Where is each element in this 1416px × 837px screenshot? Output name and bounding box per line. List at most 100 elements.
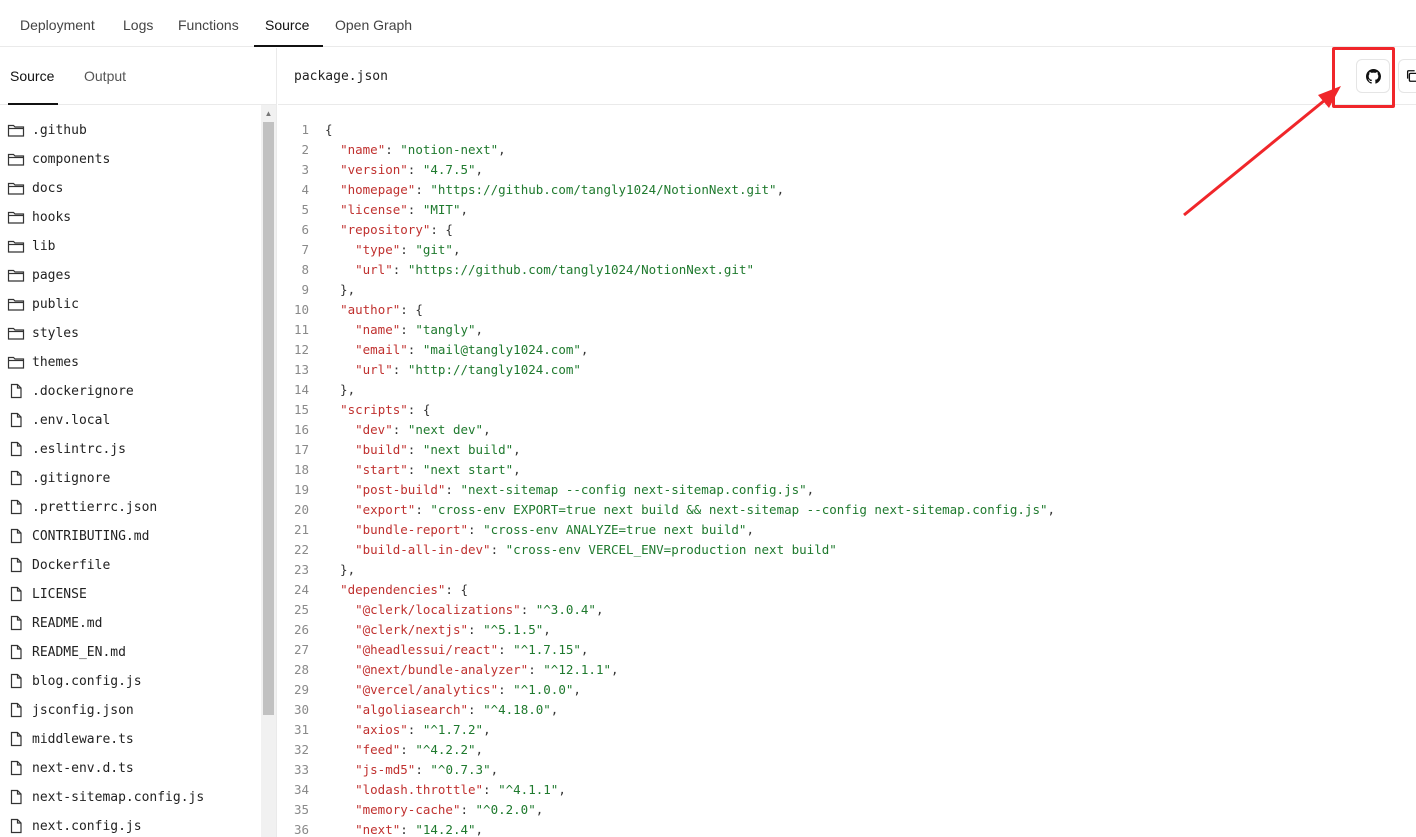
folder-item[interactable]: pages xyxy=(0,261,258,290)
folder-item[interactable]: docs xyxy=(0,174,258,203)
file-item-label: public xyxy=(32,297,79,312)
json-punct xyxy=(325,522,355,537)
json-punct: , xyxy=(580,342,589,357)
file-item[interactable]: CONTRIBUTING.md xyxy=(0,522,258,551)
json-punct: , xyxy=(513,462,521,477)
file-item-label: jsconfig.json xyxy=(32,703,134,718)
file-item[interactable]: jsconfig.json xyxy=(0,696,258,725)
line-number: 15 xyxy=(293,402,309,417)
json-punct xyxy=(325,302,340,317)
scroll-up-arrow-icon[interactable]: ▲ xyxy=(261,105,276,120)
folder-icon xyxy=(7,211,25,224)
folder-item[interactable]: themes xyxy=(0,348,258,377)
line-content: "dev": "next dev", xyxy=(325,420,491,440)
folder-icon xyxy=(7,153,25,166)
folder-item[interactable]: public xyxy=(0,290,258,319)
scrollbar-thumb[interactable] xyxy=(263,122,274,715)
line-number: 34 xyxy=(293,782,309,797)
file-item-label: .prettierrc.json xyxy=(32,500,158,515)
file-item[interactable]: .prettierrc.json xyxy=(0,493,258,522)
sidebar-tab-source[interactable]: Source xyxy=(10,48,54,104)
json-key: "next" xyxy=(355,822,401,837)
file-icon xyxy=(10,557,22,573)
json-punct: : xyxy=(528,662,544,677)
file-item[interactable]: .env.local xyxy=(0,406,258,435)
json-key: "js-md5" xyxy=(355,762,416,777)
json-string: "cross-env ANALYZE=true next build" xyxy=(483,522,747,537)
file-item-label: components xyxy=(32,152,111,167)
sidebar-tab-output[interactable]: Output xyxy=(84,48,126,104)
json-key: "homepage" xyxy=(340,182,416,197)
folder-item[interactable]: .github xyxy=(0,116,258,145)
json-string: "MIT" xyxy=(422,202,461,217)
tab-functions[interactable]: Functions xyxy=(178,0,239,47)
line-content: "start": "next start", xyxy=(325,460,521,480)
file-item[interactable]: .eslintrc.js xyxy=(0,435,258,464)
file-sidebar: Source Output .github components docs hooks… xyxy=(0,48,277,837)
code-viewer: 1 {2 "name": "notion-next", 3 "version": "… xyxy=(278,120,1416,837)
json-punct: , xyxy=(580,642,589,657)
line-content: "export": "cross-env EXPORT=true next bu… xyxy=(325,500,1055,520)
github-icon xyxy=(1366,69,1381,84)
json-punct xyxy=(325,802,355,817)
file-item-label: .dockerignore xyxy=(32,384,134,399)
file-icon xyxy=(10,760,22,776)
file-item-label: .gitignore xyxy=(32,471,111,486)
sidebar-scrollbar[interactable]: ▲ xyxy=(261,105,276,837)
json-punct: , xyxy=(460,202,469,217)
json-punct: , xyxy=(483,722,491,737)
tab-source[interactable]: Source xyxy=(265,0,309,47)
json-key: "dependencies" xyxy=(340,582,446,597)
json-punct xyxy=(325,682,355,697)
file-item-label: .env.local xyxy=(32,413,111,428)
json-key: "feed" xyxy=(355,742,401,757)
copy-button[interactable] xyxy=(1398,59,1416,93)
json-string: "git" xyxy=(415,242,453,257)
json-punct: , xyxy=(535,802,544,817)
json-punct xyxy=(325,362,355,377)
file-item[interactable]: Dockerfile xyxy=(0,551,258,580)
folder-icon xyxy=(7,327,25,340)
file-item[interactable]: next.config.js xyxy=(0,812,258,837)
json-punct: : { xyxy=(445,582,468,597)
folder-item[interactable]: hooks xyxy=(0,203,258,232)
file-item[interactable]: LICENSE xyxy=(0,580,258,609)
tab-logs[interactable]: Logs xyxy=(123,0,153,47)
line-number: 27 xyxy=(293,642,309,657)
json-punct: : xyxy=(445,482,461,497)
file-item[interactable]: README.md xyxy=(0,609,258,638)
json-punct: , xyxy=(475,322,484,337)
file-item[interactable]: .gitignore xyxy=(0,464,258,493)
json-key: "post-build" xyxy=(355,482,446,497)
file-item-label: next.config.js xyxy=(32,819,142,834)
line-content: "scripts": { xyxy=(325,400,430,420)
line-content: "axios": "^1.7.2", xyxy=(325,720,491,740)
json-string: "4.7.5" xyxy=(422,162,476,177)
line-number: 16 xyxy=(293,422,309,437)
line-number: 17 xyxy=(293,442,309,457)
tab-deployment[interactable]: Deployment xyxy=(20,0,95,47)
file-item[interactable]: README_EN.md xyxy=(0,638,258,667)
file-icon xyxy=(10,528,22,544)
line-content: "name": "tangly", xyxy=(325,320,483,340)
file-item[interactable]: middleware.ts xyxy=(0,725,258,754)
folder-item[interactable]: lib xyxy=(0,232,258,261)
file-item[interactable]: .dockerignore xyxy=(0,377,258,406)
json-punct xyxy=(325,702,355,717)
json-punct xyxy=(325,542,355,557)
json-punct: : xyxy=(400,822,416,837)
line-number: 13 xyxy=(293,362,309,377)
file-item[interactable]: next-sitemap.config.js xyxy=(0,783,258,812)
line-content: "js-md5": "^0.7.3", xyxy=(325,760,498,780)
file-item-label: themes xyxy=(32,355,79,370)
folder-item[interactable]: components xyxy=(0,145,258,174)
json-punct xyxy=(325,402,340,417)
file-item-label: README_EN.md xyxy=(32,645,126,660)
view-on-github-button[interactable] xyxy=(1356,59,1390,93)
json-key: "author" xyxy=(340,302,401,317)
file-item[interactable]: blog.config.js xyxy=(0,667,258,696)
folder-item[interactable]: styles xyxy=(0,319,258,348)
tab-open-graph[interactable]: Open Graph xyxy=(335,0,412,47)
file-item[interactable]: next-env.d.ts xyxy=(0,754,258,783)
line-number: 12 xyxy=(293,342,309,357)
